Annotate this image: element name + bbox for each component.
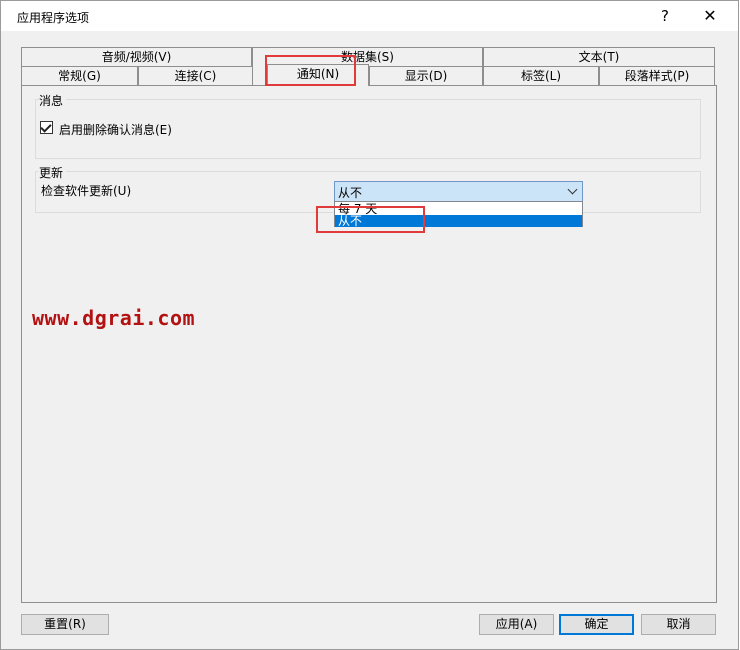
delete-confirm-label[interactable]: 启用删除确认消息(E) — [59, 121, 172, 138]
tab-label: 文本(T) — [578, 50, 620, 64]
update-frequency-select[interactable]: 从不 — [334, 181, 583, 202]
update-group-title: 更新 — [39, 164, 67, 181]
tab-connection[interactable]: 连接(C) — [138, 66, 253, 85]
tab-labels[interactable]: 标签(L) — [483, 66, 599, 85]
dropdown-option-every-7-days[interactable]: 每 7 天 — [335, 203, 582, 215]
tab-paragraph-style[interactable]: 段落样式(P) — [599, 66, 715, 85]
tab-text[interactable]: 文本(T) — [483, 47, 715, 66]
tab-label: 音频/视频(V) — [101, 50, 172, 64]
checkmark-icon — [40, 121, 52, 133]
apply-button[interactable]: 应用(A) — [479, 614, 554, 635]
cancel-button[interactable]: 取消 — [641, 614, 716, 635]
reset-button[interactable]: 重置(R) — [21, 614, 109, 635]
help-button[interactable]: ? — [651, 5, 679, 27]
select-value: 从不 — [338, 186, 363, 200]
tab-label: 通知(N) — [296, 67, 340, 81]
title-bar: 应用程序选项 ? ✕ — [1, 1, 738, 31]
chevron-down-icon — [567, 184, 578, 195]
watermark-text: www.dgrai.com — [32, 306, 196, 330]
window-title: 应用程序选项 — [17, 11, 90, 25]
notification-tab-panel — [21, 85, 717, 603]
tab-label: 连接(C) — [174, 69, 217, 83]
tab-audio-video[interactable]: 音频/视频(V) — [21, 47, 252, 66]
tab-label: 数据集(S) — [341, 50, 394, 64]
messages-group-title: 消息 — [39, 92, 67, 109]
tab-label: 标签(L) — [520, 69, 562, 83]
delete-confirm-checkbox[interactable] — [40, 121, 53, 134]
close-button[interactable]: ✕ — [695, 5, 725, 27]
ok-button[interactable]: 确定 — [559, 614, 634, 635]
check-updates-label: 检查软件更新(U) — [41, 184, 132, 198]
tab-label: 段落样式(P) — [624, 69, 690, 83]
tab-general[interactable]: 常规(G) — [21, 66, 138, 85]
tab-label: 显示(D) — [404, 69, 448, 83]
tab-display[interactable]: 显示(D) — [369, 66, 483, 85]
update-frequency-dropdown: 每 7 天 从不 — [334, 201, 583, 227]
tab-label: 常规(G) — [58, 69, 101, 83]
dropdown-option-never[interactable]: 从不 — [335, 215, 582, 227]
tab-notification[interactable]: 通知(N) — [267, 64, 369, 86]
